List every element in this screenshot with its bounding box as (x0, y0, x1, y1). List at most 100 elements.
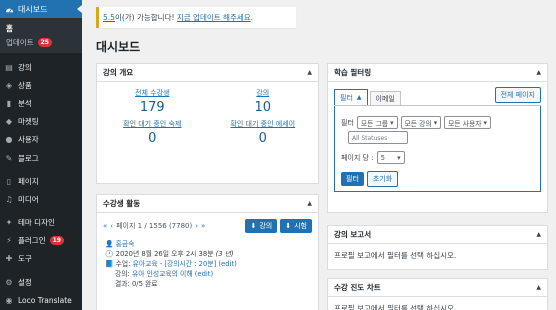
sidebar-item-tools[interactable]: ✚ 도구 (0, 250, 82, 268)
sidebar-item-marketing[interactable]: ◆ 마켓팅 (0, 113, 82, 131)
stat-total-students: 전체 수강생 179 (97, 88, 208, 115)
sidebar-item-label: 상품 (18, 80, 32, 90)
tab-label: 이메일 (375, 94, 395, 103)
reset-button[interactable]: 초기화 (366, 171, 399, 187)
stats-grid: 전체 수강생 179 강의 10 확인 대기 중인 숙제 0 확인 대기 중인 … (97, 82, 318, 146)
per-page-select[interactable]: 5 ▾ (376, 151, 405, 164)
sidebar-item-blog[interactable]: ✎ 블로그 (0, 149, 82, 167)
filter-button[interactable]: 필터 (341, 172, 364, 186)
update-now-link[interactable]: 지금 업데이트 해주세요 (177, 12, 251, 23)
clock-icon: 🕐 (105, 250, 114, 258)
sidebar-item-label: 도구 (18, 254, 32, 264)
sidebar-item-users[interactable]: ● 사용자 (0, 131, 82, 149)
sidebar-item-settings[interactable]: ⚙ 설정 (0, 273, 82, 291)
download-icon: ⬇ (285, 222, 292, 230)
notice-text-end: . (250, 13, 254, 22)
stat-label[interactable]: 확인 대기 중인 숙제 (97, 119, 208, 129)
download-quiz-button[interactable]: ⬇ 시험 (280, 219, 312, 233)
per-page-label: 페이지 당 : (341, 153, 374, 162)
sidebar-item-products[interactable]: ◈ 상품 (0, 76, 82, 94)
page-title: 대시보드 (96, 40, 141, 54)
update-notice: 5.5 이(가) 가능합니다! 지금 업데이트 해주세요 . (96, 7, 296, 28)
plugin-icon: ⚡ (6, 236, 12, 246)
sidebar-item-analytics[interactable]: ▮ 분석 (0, 94, 82, 112)
tab-email[interactable]: 이메일 (369, 91, 401, 105)
chevron-down-icon: ▾ (390, 118, 394, 127)
marketing-icon: ◆ (5, 117, 13, 127)
collapse-caret-icon[interactable]: ▲ (536, 284, 541, 291)
widget-message: 프로필 보고에서 필터를 선택 하십시오. (334, 251, 457, 260)
sidebar-item-media[interactable]: ♫ 미디어 (0, 190, 82, 208)
group-select[interactable]: 모든 그룹 ▾ (356, 116, 398, 129)
sidebar-item-appearance[interactable]: ✦ 테마 디자인 (0, 214, 82, 232)
sidebar-item-plugins[interactable]: ⚡ 플러그인 19 (0, 232, 82, 250)
translate-icon: ◉ (5, 295, 13, 305)
course-edit-link[interactable]: (edit) (195, 270, 213, 278)
select-value: 모든 그룹 (360, 119, 389, 128)
widget-header[interactable]: 수강생 활동 ▲ (97, 195, 318, 213)
widget-title: 학습 필터링 (334, 68, 372, 77)
all-pages-button[interactable]: 전체 페이지 (494, 87, 541, 103)
first-page-button[interactable]: « (103, 222, 107, 230)
sidebar-item-label: 미디어 (18, 194, 39, 204)
stat-label[interactable]: 전체 수강생 (97, 88, 208, 98)
activity-result: 결과: 0/5 완료 (115, 280, 158, 288)
learning-filter-widget: 학습 필터링 ▲ 필터 ▲ 이메일 전체 페이지 필터 모든 그룹 ▾ 모든 강의… (327, 63, 548, 213)
sidebar-item-label: 설정 (18, 277, 32, 287)
sidebar-item-pages[interactable]: ▯ 페이지 (0, 172, 82, 190)
activity-user-link[interactable]: 홍금숙 (116, 240, 135, 248)
blog-icon: ✎ (5, 153, 13, 163)
collapse-caret-icon[interactable]: ▲ (307, 69, 312, 76)
status-multiselect[interactable]: All Statuses (348, 131, 408, 144)
sidebar-item-label: 분석 (18, 98, 32, 108)
sidebar-subitem-updates[interactable]: 업데이트 25 (0, 35, 82, 49)
theme-icon: ✦ (5, 218, 13, 228)
collapse-caret-icon[interactable]: ▲ (307, 200, 312, 207)
widget-header[interactable]: 강의 보고서 ▲ (328, 226, 547, 244)
media-icon: ♫ (5, 194, 13, 204)
users-icon: ● (5, 135, 13, 145)
sidebar-subitem-label: 홈 (6, 23, 13, 33)
sidebar-item-courses[interactable]: ▤ 강의 (0, 58, 82, 76)
main-content: 5.5 이(가) 가능합니다! 지금 업데이트 해주세요 . 대시보드 강의 개… (82, 0, 556, 310)
sidebar-item-label: 사용자 (18, 135, 39, 145)
sidebar-item-dashboard[interactable]: 대시보드 (0, 0, 82, 18)
activity-pagination: « ‹ 페이지 1 / 1556 (7780) › » ⬇ 강의 ⬇ 시험 (97, 213, 318, 239)
sidebar-subitem-home[interactable]: 홈 (0, 21, 82, 35)
prev-page-button[interactable]: ‹ (110, 222, 113, 230)
widget-message: 프로필 보고에서 필터를 선택 하십시오. (334, 304, 457, 310)
widget-header[interactable]: 학습 필터링 ▲ (328, 64, 547, 82)
analytics-icon: ▮ (6, 98, 12, 108)
sidebar-item-label: 테마 디자인 (18, 218, 55, 228)
user-select[interactable]: 모든 사용자 ▾ (444, 116, 491, 129)
progress-chart-widget: 수강 진도 차트 ▲ 프로필 보고에서 필터를 선택 하십시오. (327, 278, 548, 310)
lesson-link[interactable]: 유아교육 - [강의시간 : 20분] (133, 260, 217, 268)
sidebar-item-loco-translate[interactable]: ◉ Loco Translate (0, 291, 82, 309)
next-page-button[interactable]: › (195, 222, 198, 230)
lesson-edit-link[interactable]: (edit) (218, 260, 236, 268)
widget-header[interactable]: 수강 진도 차트 ▲ (328, 279, 547, 297)
sidebar-item-label: 대시보드 (18, 4, 48, 14)
filter-label: 필터 (341, 118, 354, 127)
collapse-caret-icon[interactable]: ▲ (536, 69, 541, 76)
chevron-down-icon: ▾ (433, 118, 438, 127)
course-select[interactable]: 모든 강의 ▾ (400, 116, 442, 129)
widget-header[interactable]: 강의 개요 ▲ (97, 64, 318, 82)
sidebar-item-label: 강의 (18, 62, 32, 72)
tab-filter[interactable]: 필터 ▲ (334, 89, 368, 105)
stat-value: 10 (254, 100, 272, 115)
activity-date-ago: (3 년) (215, 250, 234, 258)
download-course-button[interactable]: ⬇ 강의 (245, 219, 278, 233)
button-label: 강의 (259, 222, 273, 230)
course-overview-widget: 강의 개요 ▲ 전체 수강생 179 강의 10 확인 대기 중인 숙제 0 확… (96, 63, 319, 184)
product-icon: ◈ (5, 80, 13, 90)
lesson-prefix: 수업: (115, 260, 131, 268)
last-page-button[interactable]: » (201, 222, 205, 230)
collapse-caret-icon[interactable]: ▲ (536, 231, 541, 238)
stat-label[interactable]: 확인 대기 중인 에세이 (208, 119, 319, 129)
chevron-down-icon: ▾ (397, 153, 401, 162)
version-link[interactable]: 5.5 (103, 13, 115, 22)
course-link[interactable]: 유아 인성교육의 이해 (132, 270, 193, 278)
sidebar-submenu: 홈 업데이트 25 (0, 18, 82, 53)
stat-label[interactable]: 강의 (208, 88, 319, 98)
